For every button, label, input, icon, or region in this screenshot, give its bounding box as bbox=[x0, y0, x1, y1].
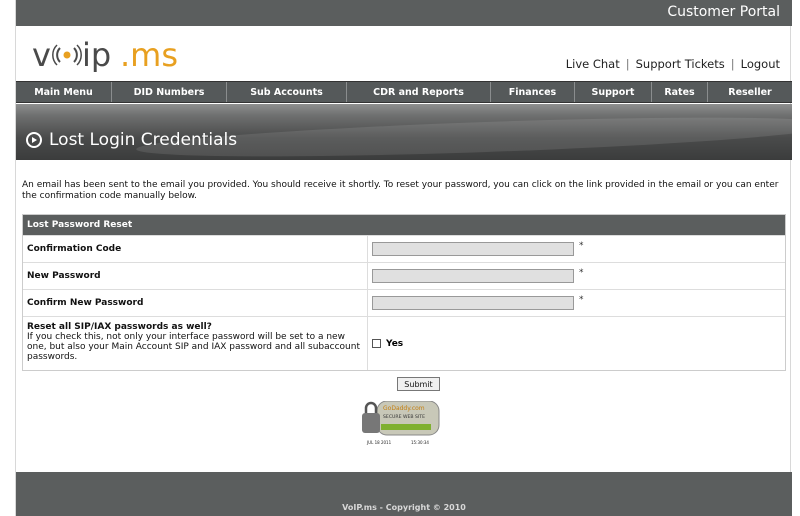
confirmation-code-label: Confirmation Code bbox=[23, 236, 368, 262]
seal-caption: SECURE WEB SITE bbox=[383, 414, 425, 420]
support-tickets-link[interactable]: Support Tickets bbox=[636, 57, 725, 71]
seal-verify-bar bbox=[381, 424, 431, 430]
reset-all-yes-label[interactable]: Yes bbox=[386, 339, 403, 349]
new-password-input[interactable] bbox=[372, 269, 574, 283]
form-heading: Lost Password Reset bbox=[23, 215, 785, 235]
reset-all-label: Reset all SIP/IAX passwords as well? bbox=[27, 322, 212, 332]
portal-title: Customer Portal bbox=[667, 4, 780, 20]
live-chat-link[interactable]: Live Chat bbox=[566, 57, 620, 71]
reset-all-checkbox[interactable] bbox=[372, 339, 381, 348]
nav-main-menu[interactable]: Main Menu bbox=[16, 82, 112, 102]
nav-support[interactable]: Support bbox=[575, 82, 652, 102]
seal-brand: GoDaddy.com bbox=[383, 405, 425, 412]
seal-time: 15:30:34 bbox=[411, 440, 429, 445]
required-marker: * bbox=[579, 241, 584, 251]
page-frame: Customer Portal v ip .ms Live Chat | Suppo… bbox=[15, 0, 792, 516]
nav-sub-accounts[interactable]: Sub Accounts bbox=[227, 82, 347, 102]
submit-button[interactable]: Submit bbox=[397, 377, 440, 391]
form-row-new-password: New Password * bbox=[23, 262, 785, 289]
info-message: An email has been sent to the email you … bbox=[22, 180, 779, 201]
main-nav: Main Menu DID Numbers Sub Accounts CDR a… bbox=[16, 81, 792, 103]
reset-all-description: If you check this, not only your interfa… bbox=[27, 332, 360, 362]
top-links: Live Chat | Support Tickets | Logout bbox=[566, 57, 780, 71]
confirm-password-input[interactable] bbox=[372, 296, 574, 310]
seal-lock-shackle bbox=[364, 401, 378, 413]
form-row-confirm-password: Confirm New Password * bbox=[23, 289, 785, 316]
required-marker: * bbox=[579, 295, 584, 305]
form-row-reset-all: Reset all SIP/IAX passwords as well? If … bbox=[23, 316, 785, 370]
confirmation-code-input[interactable] bbox=[372, 242, 574, 256]
logo-text-v: v bbox=[32, 36, 51, 72]
top-bar: Customer Portal bbox=[16, 0, 792, 26]
logout-link[interactable]: Logout bbox=[741, 57, 780, 71]
new-password-label: New Password bbox=[23, 263, 368, 289]
form-row-confirmation: Confirmation Code * bbox=[23, 235, 785, 262]
nav-reseller[interactable]: Reseller bbox=[708, 82, 792, 102]
footer-copyright: VoIP.ms - Copyright © 2010 bbox=[342, 503, 466, 512]
logo-text-ms: .ms bbox=[120, 36, 178, 72]
required-marker: * bbox=[579, 268, 584, 278]
reset-all-label-block: Reset all SIP/IAX passwords as well? If … bbox=[23, 317, 368, 370]
godaddy-secure-seal[interactable]: GoDaddy.com SECURE WEB SITE JUL 18 2011 … bbox=[361, 401, 441, 447]
link-separator: | bbox=[730, 57, 735, 71]
page-title-text: Lost Login Credentials bbox=[49, 130, 238, 150]
confirm-password-label: Confirm New Password bbox=[23, 290, 368, 316]
link-separator: | bbox=[625, 57, 630, 71]
nav-did-numbers[interactable]: DID Numbers bbox=[112, 82, 227, 102]
logo-text-ip: ip bbox=[82, 36, 111, 72]
circle-arrow-icon bbox=[26, 132, 42, 148]
seal-lock-icon bbox=[362, 413, 380, 433]
nav-rates[interactable]: Rates bbox=[652, 82, 708, 102]
page-title: Lost Login Credentials bbox=[26, 130, 237, 150]
seal-date: JUL 18 2011 bbox=[366, 440, 392, 445]
nav-cdr-reports[interactable]: CDR and Reports bbox=[347, 82, 491, 102]
voipms-logo[interactable]: v ip .ms bbox=[32, 36, 192, 72]
signal-icon bbox=[52, 44, 82, 66]
lost-password-form: Lost Password Reset Confirmation Code * … bbox=[22, 214, 786, 371]
page-banner: Lost Login Credentials bbox=[16, 104, 792, 160]
nav-finances[interactable]: Finances bbox=[491, 82, 575, 102]
